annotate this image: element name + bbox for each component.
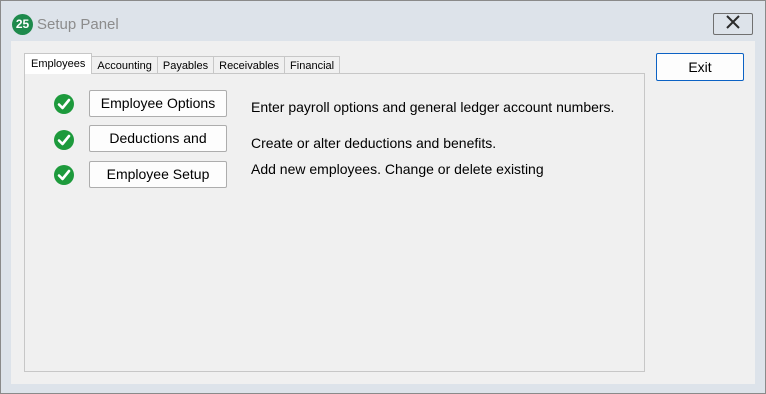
client-area: Employees Accounting Payables Receivable… <box>11 41 755 384</box>
employee-options-description: Enter payroll options and general ledger… <box>251 99 615 115</box>
tab-strip: Employees Accounting Payables Receivable… <box>24 53 341 74</box>
setup-panel-window: 25 Setup Panel Employees Accounting Paya… <box>0 0 766 394</box>
tab-financial[interactable]: Financial <box>284 56 341 74</box>
title-bar[interactable]: 25 Setup Panel <box>1 1 765 39</box>
check-circle-icon <box>54 130 74 150</box>
tab-employees[interactable]: Employees <box>24 53 93 74</box>
close-icon <box>725 14 741 34</box>
close-button[interactable] <box>713 13 753 35</box>
tab-receivables[interactable]: Receivables <box>213 56 286 74</box>
employees-tab-panel: Employee Options Enter payroll options a… <box>24 73 645 372</box>
check-circle-icon <box>54 94 74 114</box>
deductions-description: Create or alter deductions and benefits. <box>251 135 497 151</box>
tab-accounting[interactable]: Accounting <box>91 56 158 74</box>
tab-payables[interactable]: Payables <box>156 56 215 74</box>
check-circle-icon <box>54 165 74 185</box>
deductions-button[interactable]: Deductions and <box>89 125 227 152</box>
exit-button[interactable]: Exit <box>656 53 744 81</box>
app-logo-icon: 25 <box>12 14 33 35</box>
employee-options-button[interactable]: Employee Options <box>89 90 227 117</box>
window-title: Setup Panel <box>37 16 119 33</box>
employee-setup-button[interactable]: Employee Setup <box>89 161 227 188</box>
employee-setup-description: Add new employees. Change or delete exis… <box>251 161 544 177</box>
